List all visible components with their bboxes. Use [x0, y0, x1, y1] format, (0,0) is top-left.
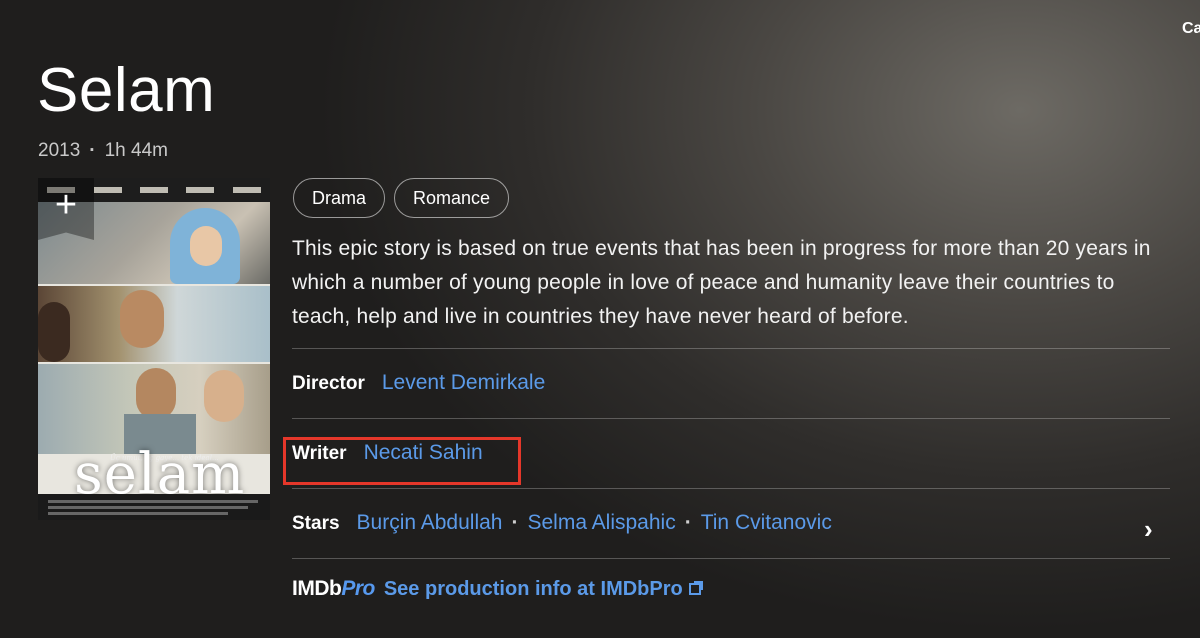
star-link[interactable]: Burçin Abdullah	[357, 511, 503, 535]
release-year[interactable]: 2013	[38, 140, 80, 162]
divider	[292, 488, 1170, 489]
imdbpro-link[interactable]: See production info at IMDbPro	[384, 578, 683, 601]
divider	[292, 348, 1170, 349]
star-separator: ·	[684, 511, 692, 534]
divider	[292, 558, 1170, 559]
meta-separator: ·	[89, 140, 96, 161]
add-to-watchlist-button[interactable]: +	[38, 178, 94, 240]
star-separator: ·	[511, 511, 519, 534]
genre-chip-romance[interactable]: Romance	[394, 178, 510, 218]
star-link[interactable]: Selma Alispahic	[527, 511, 675, 535]
plus-icon: +	[54, 184, 78, 226]
movie-meta: 2013 · 1h 44m	[38, 140, 168, 162]
plot-summary: This epic story is based on true events …	[292, 237, 1151, 328]
stars-row[interactable]: Stars Burçin Abdullah · Selma Alispahic …	[292, 511, 832, 535]
poster-panel-middle	[38, 286, 270, 362]
imdbpro-row: IMDbPro See production info at IMDbPro	[292, 577, 703, 601]
writer-highlight-box	[283, 437, 521, 485]
corner-text: Ca	[1182, 20, 1200, 37]
poster-panel-bottom	[38, 364, 270, 454]
divider	[292, 418, 1170, 419]
page-title: Selam	[37, 56, 216, 125]
director-label: Director	[292, 373, 365, 394]
director-link[interactable]: Levent Demirkale	[382, 371, 545, 395]
runtime: 1h 44m	[104, 140, 168, 161]
imdbpro-logo: IMDbPro	[292, 577, 375, 600]
director-row: Director Levent Demirkale	[292, 371, 545, 395]
external-link-icon[interactable]	[688, 581, 703, 595]
stars-label: Stars	[292, 513, 340, 534]
poster-credits-block	[38, 494, 270, 520]
genre-chip-drama[interactable]: Drama	[293, 178, 386, 218]
genre-chips: Drama Romance	[293, 178, 510, 218]
chevron-right-icon[interactable]: ›	[1144, 514, 1153, 545]
star-link[interactable]: Tin Cvitanovic	[701, 511, 832, 535]
